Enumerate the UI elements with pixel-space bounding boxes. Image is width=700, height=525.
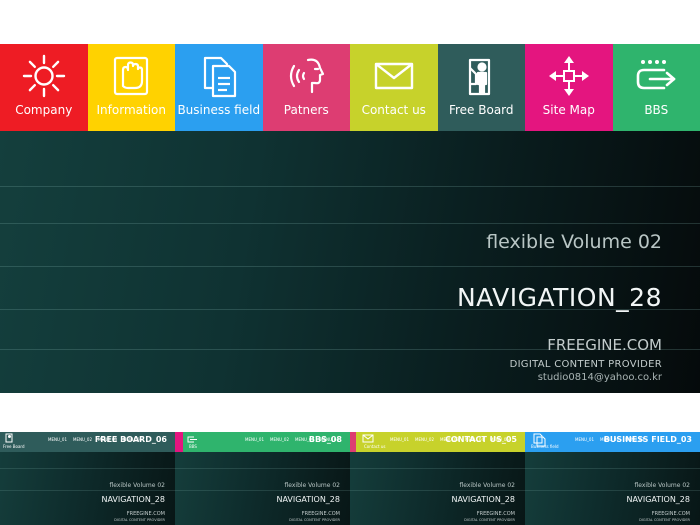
nav-item-label: BBS xyxy=(644,103,669,117)
nav-item-label: Company xyxy=(15,103,73,117)
patners-tab xyxy=(350,432,356,452)
nav-item-label: Contact us xyxy=(361,103,426,117)
divider xyxy=(0,490,175,491)
thumbnail-subtitle: flexible Volume 02 xyxy=(284,482,340,489)
hero-subtitle: flexible Volume 02 xyxy=(486,231,662,253)
thumbnail-business-field[interactable]: Business field MENU_01 MENU_02 MENU_03 BUS… xyxy=(525,432,700,525)
nav-item-label: Site Map xyxy=(542,103,595,117)
nav-item-free-board[interactable]: Free Board xyxy=(437,44,525,131)
nav-item-patners[interactable]: Patners xyxy=(262,44,350,131)
thumbnail-title: CONTACT US_05 xyxy=(445,435,517,444)
arrows-cross-icon xyxy=(547,54,591,98)
divider xyxy=(0,468,175,469)
thumbnail-icon-label: BBS xyxy=(189,444,197,449)
nav-item-contact-us[interactable]: Contact us xyxy=(350,44,438,131)
thumbnail-menu-item[interactable]: MENU_02 xyxy=(270,437,289,442)
main-navigation: Company Information Business field Patne… xyxy=(0,44,700,131)
sun-icon xyxy=(22,54,66,98)
thumbnail-name: NAVIGATION_28 xyxy=(451,495,515,504)
board-person-icon xyxy=(0,432,22,452)
thumbnail-contact-us[interactable]: Contact us MENU_01 MENU_02 MENU_03 MENU_04 M… xyxy=(350,432,525,525)
hero-brand: FREEGINE.COM xyxy=(547,336,662,354)
hand-icon xyxy=(109,54,153,98)
divider xyxy=(175,490,350,491)
thumbnail-tagline: DIGITAL CONTENT PROVIDER xyxy=(639,518,690,522)
thumbnail-menu-item[interactable]: MENU_01 xyxy=(575,437,594,442)
thumbnail-tagline: DIGITAL CONTENT PROVIDER xyxy=(114,518,165,522)
thumbnail-menu-item[interactable]: MENU_01 xyxy=(390,437,409,442)
site-map-tab xyxy=(175,432,183,452)
documents-icon xyxy=(531,432,553,452)
nav-item-information[interactable]: Information xyxy=(87,44,175,131)
divider xyxy=(0,223,700,224)
nav-item-label: Patners xyxy=(283,103,329,117)
thumbnail-tagline: DIGITAL CONTENT PROVIDER xyxy=(464,518,515,522)
thumbnail-bbs[interactable]: BBS MENU_01 MENU_02 MENU_03 MENU_04 BBS_08 … xyxy=(175,432,350,525)
bbs-arrow-icon xyxy=(184,432,206,452)
divider xyxy=(175,468,350,469)
thumbnail-menu-item[interactable]: MENU_02 xyxy=(73,437,92,442)
nav-item-business-field[interactable]: Business field xyxy=(175,44,263,131)
thumbnail-icon-label: Contact us xyxy=(364,444,386,449)
divider xyxy=(350,468,525,469)
nav-item-label: Free Board xyxy=(448,103,514,117)
thumbnail-subtitle: flexible Volume 02 xyxy=(109,482,165,489)
hero-banner: flexible Volume 02 NAVIGATION_28 FREEGIN… xyxy=(0,131,700,393)
divider xyxy=(350,490,525,491)
thumbnail-subtitle: flexible Volume 02 xyxy=(634,482,690,489)
board-person-icon xyxy=(459,54,503,98)
thumbnail-name: NAVIGATION_28 xyxy=(276,495,340,504)
thumbnail-subtitle: flexible Volume 02 xyxy=(459,482,515,489)
thumbnail-brand: FREEGINE.COM xyxy=(651,511,690,517)
nav-item-company[interactable]: Company xyxy=(0,44,88,131)
thumbnail-brand: FREEGINE.COM xyxy=(126,511,165,517)
bbs-arrow-icon xyxy=(634,54,678,98)
nav-item-site-map[interactable]: Site Map xyxy=(525,44,613,131)
thumbnail-title: FREE BOARD_06 xyxy=(94,435,167,444)
speaking-person-icon xyxy=(284,54,328,98)
divider xyxy=(0,266,700,267)
nav-item-label: Business field xyxy=(177,103,261,117)
nav-item-bbs[interactable]: BBS xyxy=(612,44,700,131)
thumbnail-name: NAVIGATION_28 xyxy=(101,495,165,504)
thumbnail-icon-label: Free Board xyxy=(3,444,25,449)
thumbnail-menu-item[interactable]: MENU_01 xyxy=(245,437,264,442)
envelope-icon xyxy=(372,54,416,98)
nav-item-label: Information xyxy=(96,103,166,117)
divider xyxy=(0,186,700,187)
thumbnail-menu-item[interactable]: MENU_01 xyxy=(48,437,67,442)
divider xyxy=(525,490,700,491)
thumbnail-tagline: DIGITAL CONTENT PROVIDER xyxy=(289,518,340,522)
thumbnail-icon-label: Business field xyxy=(531,444,559,449)
thumbnail-free-board[interactable]: Free Board MENU_01 MENU_02 MENU_03 MENU_04 … xyxy=(0,432,175,525)
hero-title: NAVIGATION_28 xyxy=(456,283,662,312)
hero-email: studio0814@yahoo.co.kr xyxy=(537,372,662,383)
thumbnail-brand: FREEGINE.COM xyxy=(301,511,340,517)
thumbnail-menu-item[interactable]: MENU_02 xyxy=(415,437,434,442)
thumbnail-title: BBS_08 xyxy=(308,435,342,444)
divider xyxy=(525,468,700,469)
thumbnail-brand: FREEGINE.COM xyxy=(476,511,515,517)
envelope-icon xyxy=(360,432,382,452)
hero-tagline: DIGITAL CONTENT PROVIDER xyxy=(509,359,662,370)
documents-icon xyxy=(197,54,241,98)
thumbnail-name: NAVIGATION_28 xyxy=(626,495,690,504)
thumbnail-title: BUSINESS FIELD_03 xyxy=(603,435,692,444)
thumbnail-strip: Free Board MENU_01 MENU_02 MENU_03 MENU_04 … xyxy=(0,432,700,525)
